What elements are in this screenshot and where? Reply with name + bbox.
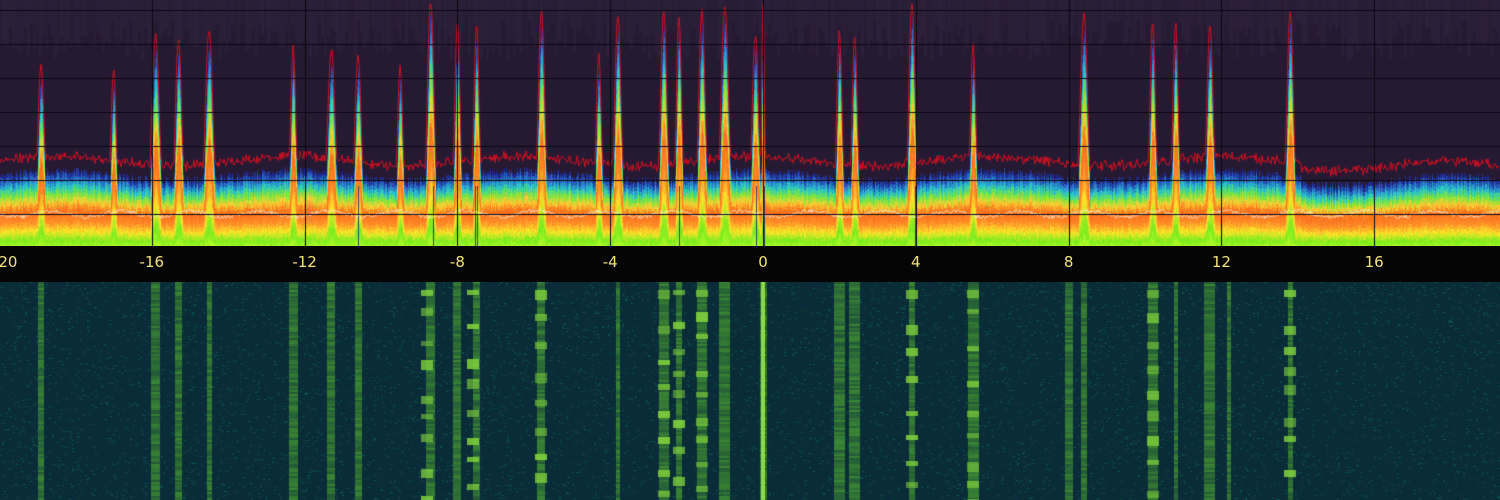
frequency-scale[interactable]: -20 -16 -12 -8 -4 0 4 8 12 16 — [0, 246, 1500, 282]
scale-tick-label: -8 — [449, 253, 465, 271]
scale-tick-label: 0 — [758, 253, 768, 271]
scale-tick-label: 4 — [911, 253, 921, 271]
scale-tick-label: 12 — [1211, 253, 1231, 271]
scale-tick-label: -20 — [0, 253, 18, 271]
scale-tick-label: 8 — [1063, 253, 1074, 271]
scale-tick-label: 16 — [1364, 253, 1384, 271]
scale-tick-label: -16 — [139, 253, 165, 271]
spectrum-panel[interactable] — [0, 0, 1500, 246]
sdr-display: -20 -16 -12 -8 -4 0 4 8 12 16 — [0, 0, 1500, 500]
waterfall-panel[interactable] — [0, 282, 1500, 500]
scale-tick-label: -12 — [292, 253, 317, 271]
scale-tick-label: -4 — [602, 253, 618, 271]
